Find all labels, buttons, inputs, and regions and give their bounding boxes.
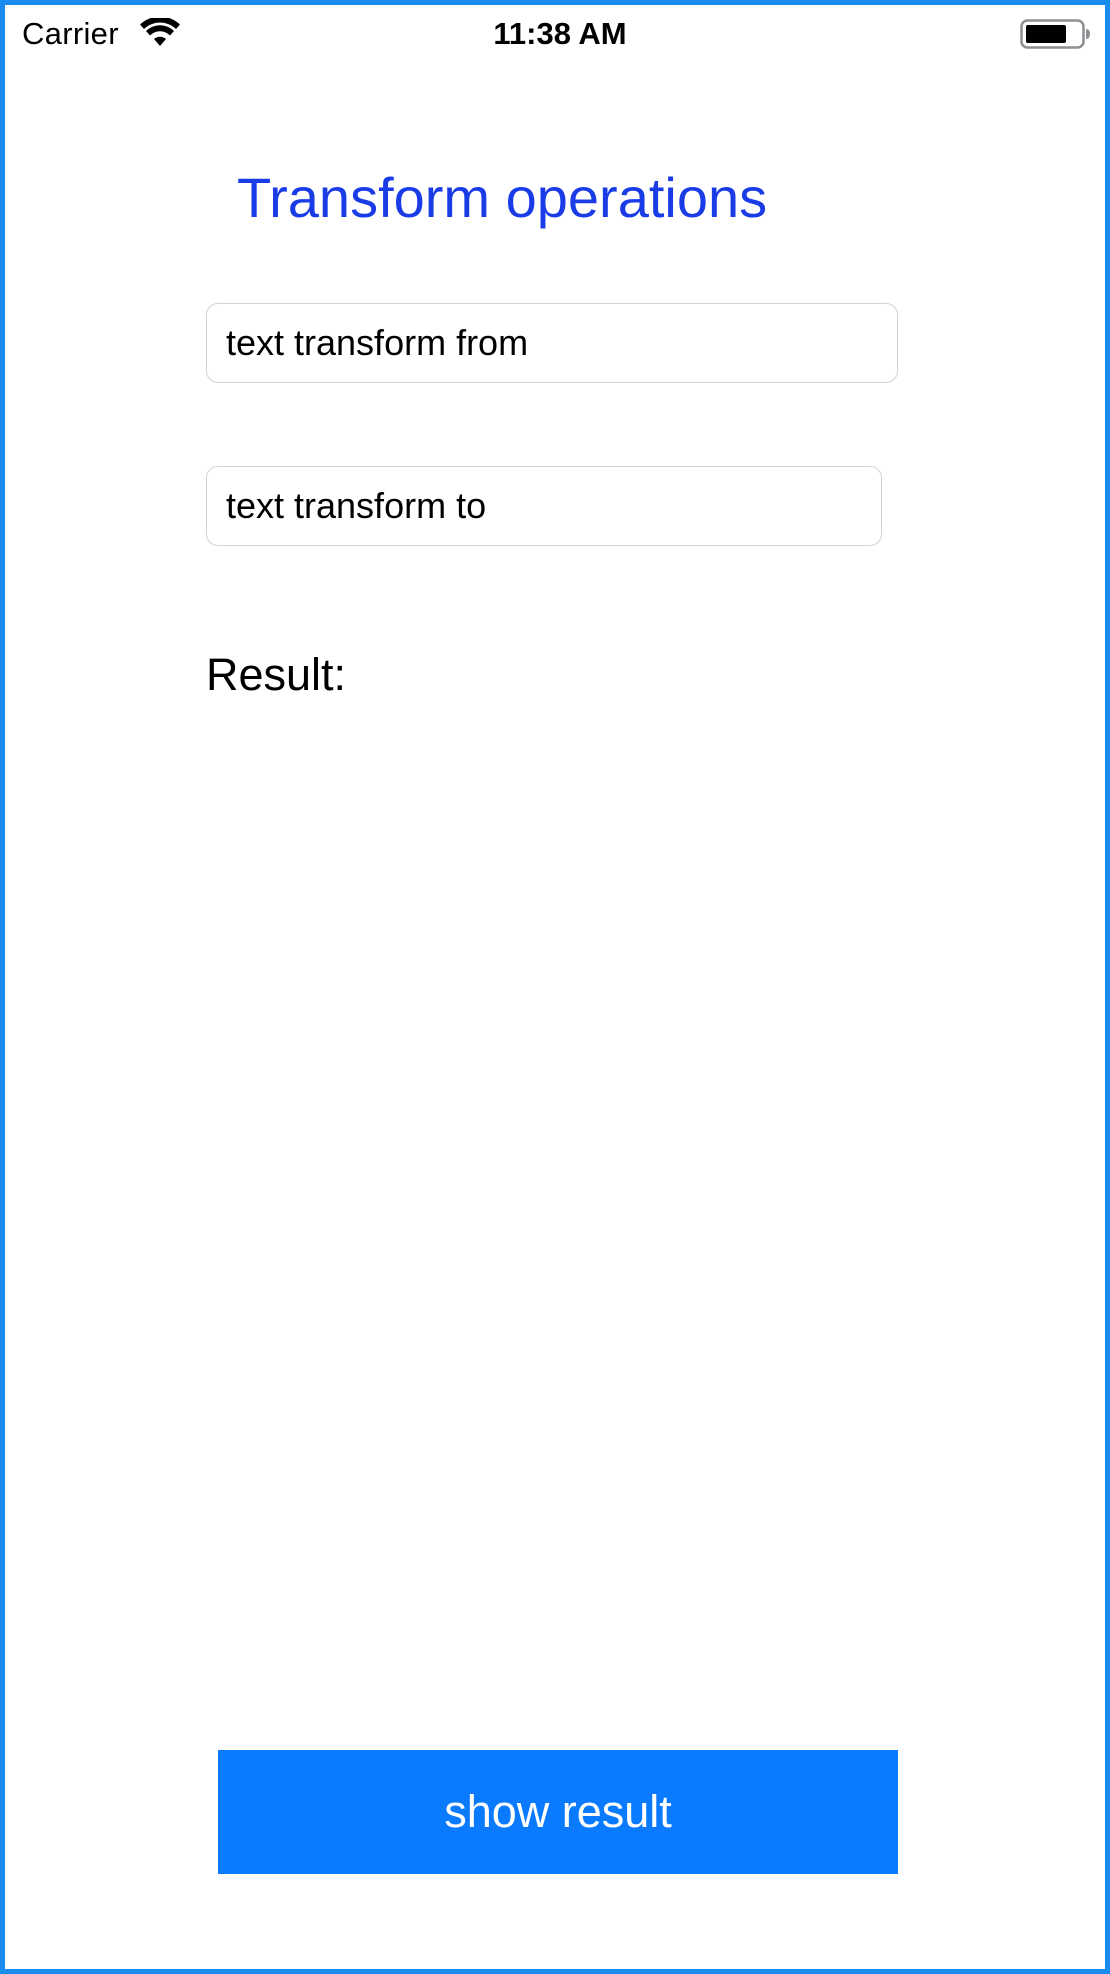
result-label: Result: [206,649,347,700]
status-bar: Carrier 11:38 AM [10,10,1110,62]
page-title: Transform operations [237,166,768,229]
app-frame: Carrier 11:38 AM Transform operations Re… [0,0,1110,1974]
show-result-button[interactable]: show result [218,1750,898,1874]
status-time: 11:38 AM [493,16,627,51]
battery-icon [1020,19,1090,49]
transform-from-input[interactable] [206,303,898,383]
transform-to-input[interactable] [206,466,882,546]
